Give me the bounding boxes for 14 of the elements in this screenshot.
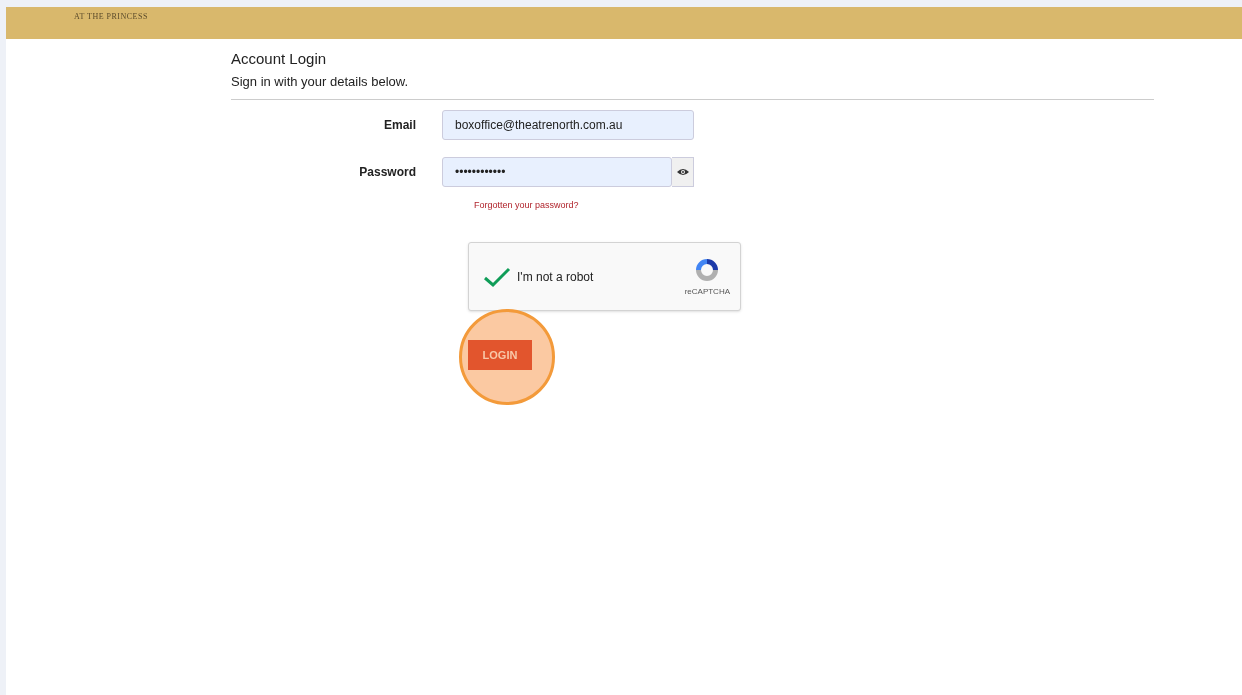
- logo-subtitle: AT THE PRINCESS: [74, 13, 148, 21]
- recaptcha-label: reCAPTCHA: [684, 285, 730, 298]
- forgot-password-link[interactable]: Forgotten your password?: [474, 200, 579, 210]
- captcha-label: I'm not a robot: [517, 268, 595, 286]
- page-title: Account Login: [231, 49, 328, 69]
- captcha-box[interactable]: I'm not a robot reCAPTCHA: [468, 242, 741, 311]
- field-label: Password: [358, 164, 417, 181]
- show-password-button[interactable]: [672, 157, 694, 187]
- field-label: Email: [383, 117, 417, 134]
- email-field[interactable]: boxoffice@theatrenorth.com.au: [442, 110, 694, 140]
- checkmark-icon: [483, 265, 511, 288]
- page-subtitle: Sign in with your details below.: [231, 73, 410, 91]
- password-field[interactable]: ••••••••••••: [442, 157, 672, 187]
- eye-icon: [676, 168, 689, 176]
